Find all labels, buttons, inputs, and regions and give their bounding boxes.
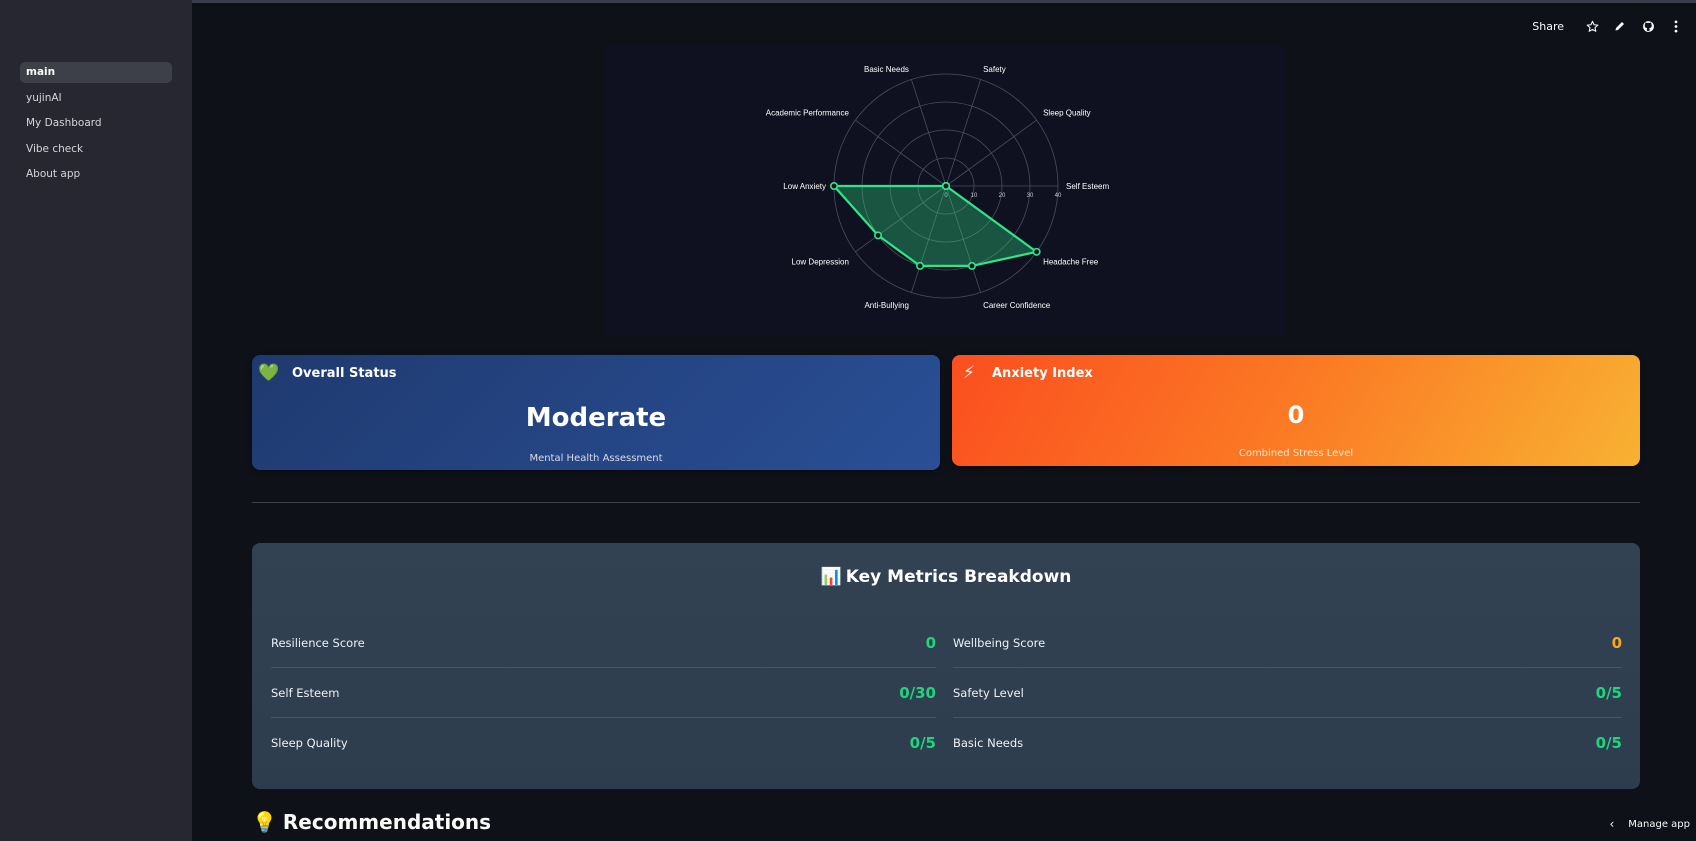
metric-value: 0/5 — [1595, 683, 1622, 702]
top-decoration-line — [0, 0, 1696, 3]
key-metrics-panel: 📊 Key Metrics Breakdown Resilience Score … — [252, 543, 1640, 789]
radar-tick-label: 40 — [1055, 193, 1062, 199]
radar-grid-spoke — [911, 79, 947, 187]
radar-grid-spoke — [945, 79, 981, 187]
radar-data-point — [830, 182, 839, 191]
anxiety-index-value: 0 — [1287, 401, 1305, 429]
anxiety-index-subtitle: Combined Stress Level — [1238, 448, 1354, 459]
share-button[interactable]: Share — [1532, 20, 1564, 33]
radar-data-point — [1032, 247, 1041, 256]
anxiety-index-header: ⚡ Anxiety Index — [958, 362, 1093, 384]
sidebar-item-vibe-check[interactable]: Vibe check — [20, 139, 172, 160]
metric-value: 0 — [925, 633, 936, 652]
star-icon[interactable] — [1578, 14, 1606, 38]
radar-chart-svg: 010203040Self EsteemHeadache FreeCareer … — [766, 65, 1110, 310]
anxiety-index-title: Anxiety Index — [992, 365, 1093, 381]
metric-label: Wellbeing Score — [953, 635, 1046, 650]
sidebar-item-main[interactable]: main — [20, 62, 172, 83]
overall-status-subtitle: Mental Health Assessment — [529, 453, 663, 464]
recommendations-heading: 💡 Recommendations — [252, 810, 491, 834]
metric-value: 0/30 — [899, 683, 936, 702]
metric-row-basic-needs: Basic Needs 0/5 — [953, 718, 1622, 768]
radar-category-label: Sleep Quality — [1043, 108, 1091, 117]
key-metrics-title: 📊 Key Metrics Breakdown — [252, 567, 1640, 587]
metric-row-resilience: Resilience Score 0 — [271, 618, 936, 668]
radar-category-label: Academic Performance — [766, 108, 850, 117]
green-heart-icon: 💚 — [258, 363, 280, 383]
pencil-icon[interactable] — [1606, 14, 1634, 38]
metric-row-safety: Safety Level 0/5 — [953, 668, 1622, 718]
anxiety-index-card: ⚡ Anxiety Index 0 Combined Stress Level — [952, 355, 1640, 466]
metric-label: Safety Level — [953, 685, 1024, 700]
radar-chart: 010203040Self EsteemHeadache FreeCareer … — [606, 46, 1286, 336]
manage-app-label: Manage app — [1628, 818, 1690, 830]
recommendations-title: Recommendations — [282, 810, 492, 834]
bar-chart-icon: 📊 — [820, 567, 842, 587]
manage-app-button[interactable]: ‹ Manage app — [1609, 817, 1690, 831]
radar-category-label: Basic Needs — [864, 65, 909, 74]
key-metrics-title-text: Key Metrics Breakdown — [845, 567, 1072, 587]
radar-category-label: Self Esteem — [1066, 182, 1109, 191]
radar-category-label: Career Confidence — [983, 301, 1051, 310]
metrics-left-column: Resilience Score 0 Self Esteem 0/30 Slee… — [271, 618, 936, 768]
radar-category-label: Low Anxiety — [783, 182, 826, 191]
radar-category-label: Safety — [983, 65, 1006, 74]
radar-tick-label: 30 — [1027, 193, 1034, 199]
metric-value: 0/5 — [1595, 734, 1622, 752]
sidebar-item-about-app[interactable]: About app — [20, 164, 172, 185]
radar-data-point — [916, 261, 925, 270]
sidebar-nav: main yujinAI My Dashboard Vibe check Abo… — [20, 62, 172, 190]
overall-status-value: Moderate — [525, 403, 667, 433]
overall-status-card: 💚 Overall Status Moderate Mental Health … — [252, 355, 940, 470]
overall-status-header: 💚 Overall Status — [258, 362, 397, 384]
radar-category-label: Low Depression — [792, 258, 849, 267]
metric-label: Sleep Quality — [271, 736, 348, 750]
radar-data-point — [967, 261, 976, 270]
header-actions: Share — [1532, 14, 1690, 38]
sidebar-item-yujinai[interactable]: yujinAI — [20, 88, 172, 109]
sidebar-item-my-dashboard[interactable]: My Dashboard — [20, 113, 172, 134]
metric-row-wellbeing: Wellbeing Score 0 — [953, 618, 1622, 668]
radar-tick-label: 10 — [971, 193, 978, 199]
overall-status-title: Overall Status — [292, 365, 397, 381]
chevron-left-icon: ‹ — [1609, 817, 1615, 831]
radar-data-point — [941, 182, 950, 191]
lightbulb-icon: 💡 — [252, 810, 277, 834]
sidebar: main yujinAI My Dashboard Vibe check Abo… — [0, 0, 192, 841]
kebab-menu-icon[interactable] — [1662, 14, 1690, 38]
metrics-right-column: Wellbeing Score 0 Safety Level 0/5 Basic… — [953, 618, 1622, 768]
metric-row-sleep-quality: Sleep Quality 0/5 — [271, 718, 936, 768]
lightning-icon: ⚡ — [963, 363, 975, 383]
metric-value: 0 — [1611, 633, 1622, 652]
radar-tick-label: 20 — [999, 193, 1006, 199]
metric-label: Basic Needs — [953, 736, 1024, 750]
radar-category-label: Headache Free — [1043, 258, 1099, 267]
metric-label: Self Esteem — [271, 685, 340, 700]
github-icon[interactable] — [1634, 14, 1662, 38]
radar-series-area — [832, 184, 1038, 267]
metric-value: 0/5 — [909, 734, 936, 752]
metric-label: Resilience Score — [271, 635, 365, 650]
radar-data-point — [874, 231, 883, 240]
section-divider — [252, 502, 1640, 503]
metric-row-self-esteem: Self Esteem 0/30 — [271, 668, 936, 718]
radar-category-label: Anti-Bullying — [864, 301, 908, 310]
